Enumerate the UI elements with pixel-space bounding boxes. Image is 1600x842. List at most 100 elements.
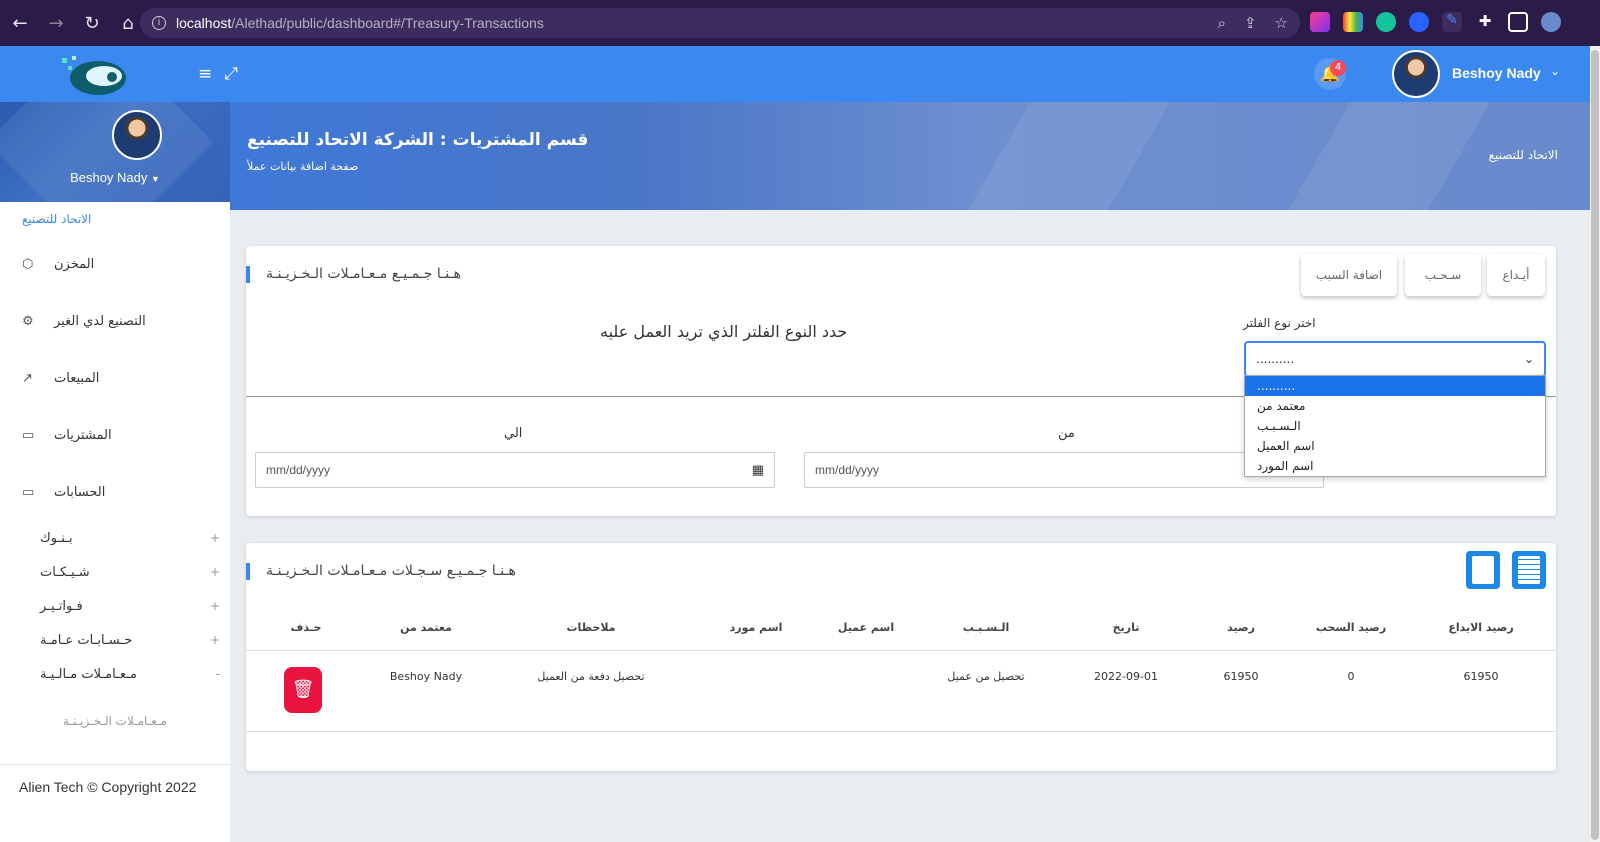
filter-type-dropdown: .......... معتمد من الـسـبـب اسم العميل … (1244, 375, 1546, 477)
url-path: /Alethad/public/dashboard#/Treasury-Tran… (231, 15, 544, 31)
date-to-input[interactable]: mm/dd/yyyy ▦ (255, 452, 775, 488)
sidebar-subitem-invoices[interactable]: فـواتـيـر + (0, 589, 230, 623)
sidebar-item-outsourcing[interactable]: ⚙ التصنيع لدي الغير (0, 293, 230, 350)
extension-feather-icon[interactable]: ✎ (1442, 12, 1462, 32)
sidebar-item-label: التصنيع لدي الغير (54, 314, 146, 329)
card-title: هـنـا جـمـيـع سـجـلات مـعـامـلات الـخـزي… (246, 563, 516, 580)
column-header: الـسـبـب (962, 621, 1010, 634)
extensions-puzzle-icon[interactable]: ✚ (1475, 12, 1495, 32)
treasury-records-card: هـنـا جـمـيـع سـجـلات مـعـامـلات الـخـزي… (246, 543, 1556, 771)
column-header: رصيد الايداع (1448, 621, 1514, 634)
cell-withdraw: 0 (1347, 670, 1355, 683)
share-icon[interactable]: ⇪ (1244, 14, 1257, 32)
sidebar-user-name: Beshoy Nady (70, 170, 148, 185)
app-header: ≡ ⤢ 🔔 4 Beshoy Nady ⌄ (0, 46, 1590, 102)
cell-approved-by: Beshoy Nady (389, 670, 463, 683)
zoom-icon[interactable]: ⌕ (1218, 15, 1226, 32)
fullscreen-icon[interactable]: ⤢ (224, 64, 238, 84)
breadcrumb[interactable]: الاتحاد للتصنيع (1489, 148, 1558, 162)
hamburger-menu-icon[interactable]: ≡ (198, 64, 212, 84)
reload-icon[interactable]: ↻ (76, 13, 108, 34)
cell-deposit: 61950 (1463, 670, 1499, 683)
filter-type-value: .......... (1256, 352, 1295, 366)
sidebar-subitem-label: فـواتـيـر (40, 598, 83, 614)
expand-icon[interactable]: + (210, 633, 220, 647)
sidebar-user[interactable]: Beshoy Nady ▼ (0, 170, 230, 185)
sidebar-subitem-cheques[interactable]: شـيـكـات + (0, 555, 230, 589)
card-title: هـنـا جـمـيـع مـعـامـلات الـخـزيـنـة (246, 266, 461, 283)
chart-line-icon: ↗ (22, 371, 33, 386)
expand-icon[interactable]: + (210, 565, 220, 579)
expand-icon[interactable]: + (210, 531, 220, 545)
dropdown-option[interactable]: اسم المورد (1245, 456, 1545, 476)
trash-icon: 🗑 (291, 679, 315, 700)
sidebar-subitem-label: شـيـكـات (40, 564, 90, 580)
cell-reason: تحصيل من عميل (947, 670, 1025, 683)
filter-type-select[interactable]: .......... ⌄ (1244, 341, 1546, 377)
sidebar-item-sales[interactable]: ↗ المبيعات (0, 350, 230, 407)
sidebar-footer-divider (0, 764, 230, 765)
address-bar[interactable]: i localhost /Alethad/public/dashboard#/T… (140, 8, 1300, 38)
caret-down-icon[interactable]: ▼ (151, 174, 160, 184)
column-header: معتمد من (400, 621, 452, 634)
sidebar-item-label: المخزن (54, 257, 95, 272)
filter-type-label: اختر نوع الفلتر (1243, 316, 1316, 330)
avatar[interactable] (1392, 50, 1440, 98)
add-reason-button[interactable]: اضافة السبب (1301, 254, 1397, 296)
sidepanel-icon[interactable] (1508, 12, 1528, 32)
export-excel-button[interactable] (1512, 551, 1546, 589)
cell-date: 2022-09-01 (1094, 670, 1158, 683)
delete-button[interactable]: 🗑 (284, 667, 322, 713)
extension-infinity-icon[interactable] (1409, 12, 1429, 32)
export-pdf-button[interactable]: PDF (1466, 551, 1500, 589)
extensions-bar: ✎ ✚ (1310, 12, 1561, 32)
sidebar-item-purchases[interactable]: ▭ المشتريات (0, 407, 230, 464)
sidebar-item-label: الحسابات (54, 485, 106, 500)
forward-icon[interactable]: → (40, 13, 72, 34)
date-from-label: من (1058, 426, 1075, 441)
profile-icon[interactable] (1541, 12, 1561, 32)
dropdown-option[interactable]: .......... (1245, 376, 1545, 396)
sidebar-footer: Alien Tech © Copyright 2022 (19, 779, 197, 795)
sidebar-company[interactable]: الاتحاد للتصنيع (0, 202, 230, 236)
header-user-name[interactable]: Beshoy Nady (1452, 65, 1541, 81)
date-from-placeholder: mm/dd/yyyy (815, 463, 880, 477)
dropdown-option[interactable]: معتمد من (1245, 396, 1545, 416)
box-icon: ⬡ (22, 257, 34, 272)
gear-icon: ⚙ (22, 314, 34, 329)
sidebar-subitem-label: بـنـوك (40, 530, 73, 546)
withdraw-button[interactable]: سـحـب (1405, 254, 1481, 296)
sidebar-leaf-treasury-transactions[interactable]: مـعـامـلات الـخـزيـنـة (0, 701, 230, 741)
star-icon[interactable]: ☆ (1275, 14, 1288, 32)
scrollbar-thumb[interactable] (1591, 50, 1599, 840)
column-header: رصيد السحب (1315, 621, 1387, 634)
alien-tech-logo (62, 56, 126, 95)
expand-icon[interactable]: + (210, 599, 220, 613)
column-header: اسم عميل (837, 621, 895, 634)
info-icon[interactable]: i (152, 16, 166, 30)
sidebar-subitem-label: مـعـامـلات مـالـيـة (40, 666, 137, 682)
sidebar-subitem-general-accounts[interactable]: حـسـابـات عـامـة + (0, 623, 230, 657)
column-header: رصيد (1227, 621, 1255, 634)
collapse-icon[interactable]: - (216, 667, 220, 681)
cell-balance: 61950 (1223, 670, 1259, 683)
dropdown-option[interactable]: اسم العميل (1245, 436, 1545, 456)
back-icon[interactable]: ← (4, 13, 36, 34)
sidebar-profile: Beshoy Nady ▼ (0, 102, 230, 202)
calendar-icon[interactable]: ▦ (752, 453, 764, 487)
sidebar-subitem-banks[interactable]: بـنـوك + (0, 521, 230, 555)
card-icon: ▭ (22, 485, 35, 500)
column-header: ملاحظات (566, 621, 616, 634)
dropdown-option[interactable]: الـسـبـب (1245, 416, 1545, 436)
sidebar-item-accounts[interactable]: ▭ الحسابات (0, 464, 230, 521)
cell-notes: تحصيل دفعة من العميل (537, 670, 645, 683)
sidebar-subitem-financial-transactions[interactable]: مـعـامـلات مـالـيـة - (0, 657, 230, 691)
extension-flag-icon[interactable] (1310, 12, 1330, 32)
extension-grammarly-icon[interactable] (1376, 12, 1396, 32)
sidebar-item-warehouse[interactable]: ⬡ المخزن (0, 236, 230, 293)
extension-color-icon[interactable] (1343, 12, 1363, 32)
sidebar-item-label: المبيعات (54, 371, 100, 386)
chevron-down-icon[interactable]: ⌄ (1550, 64, 1560, 78)
deposit-button[interactable]: أيـداع (1487, 254, 1545, 296)
column-header: حـذف (290, 621, 322, 634)
